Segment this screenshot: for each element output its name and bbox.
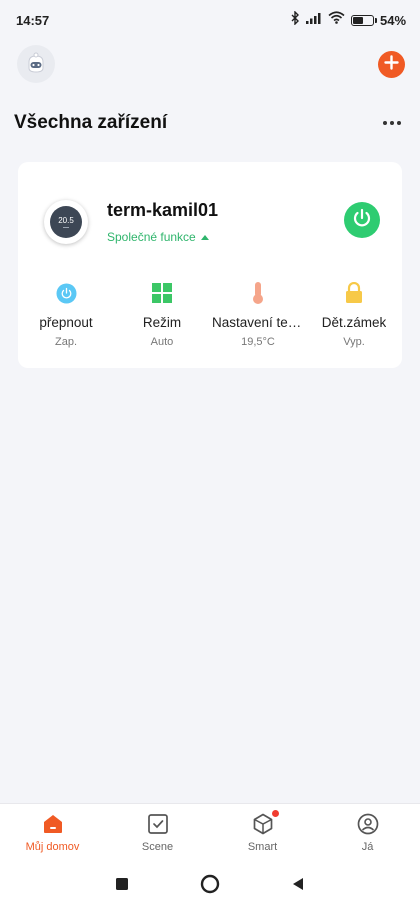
robot-avatar-icon[interactable] — [17, 45, 55, 83]
tab-label: Můj domov — [25, 841, 80, 853]
power-icon — [351, 207, 373, 234]
page-title: Všechna zařízení — [14, 112, 168, 133]
common-functions-label: Společné funkce — [107, 230, 196, 244]
device-name: term-kamil01 — [107, 200, 219, 220]
function-child-lock[interactable]: Dět.zámek Vyp. — [306, 280, 402, 352]
function-temperature[interactable]: Nastavení teploty 19,5°C — [210, 280, 306, 352]
device-power-button[interactable] — [344, 202, 380, 238]
thermometer-icon — [251, 280, 265, 306]
recents-square-icon[interactable] — [78, 859, 166, 909]
tab-label: Smart — [247, 841, 278, 853]
thermostat-display: 20.5 — [58, 216, 74, 225]
caret-up-icon — [200, 234, 209, 240]
plus-icon — [384, 54, 399, 75]
section-header: Všechna zařízení — [14, 108, 406, 138]
wifi-icon — [328, 11, 345, 29]
tab-scene[interactable]: Scene — [105, 804, 210, 859]
function-label: Režim — [142, 315, 182, 330]
tab-me[interactable]: Já — [315, 804, 420, 859]
function-value: 19,5°C — [241, 336, 275, 348]
top-bar — [0, 40, 420, 90]
profile-icon — [357, 812, 379, 836]
home-circle-icon[interactable] — [166, 859, 254, 909]
function-value: Auto — [150, 336, 174, 348]
function-label: přepnout — [39, 315, 93, 330]
function-value: Vyp. — [343, 336, 365, 348]
function-mode[interactable]: Režim Auto — [114, 280, 210, 352]
power-icon — [56, 280, 77, 306]
battery-icon — [350, 14, 377, 26]
battery-level-fill — [352, 16, 364, 24]
battery-percent: 54% — [379, 12, 406, 28]
tab-smart[interactable]: Smart — [210, 804, 315, 859]
tab-my-home[interactable]: Můj domov — [0, 804, 105, 859]
status-icons: 54% — [290, 9, 406, 30]
function-row: přepnout Zap. Režim Auto Nastavení teplo… — [18, 280, 402, 352]
grid-mode-icon — [152, 280, 172, 306]
scene-check-icon — [147, 812, 169, 836]
common-functions-toggle[interactable]: Společné funkce — [107, 230, 209, 244]
bottom-tab-bar: Můj domov Scene Smart Já — [0, 803, 420, 859]
system-nav-bar — [0, 859, 420, 909]
device-card[interactable]: 20.5 term-kamil01 Společné funkce přepno… — [18, 162, 402, 368]
status-bar: 14:57 54% — [0, 0, 420, 40]
function-switch[interactable]: přepnout Zap. — [18, 280, 114, 352]
bluetooth-icon — [290, 9, 300, 30]
status-time: 14:57 — [16, 12, 50, 28]
tab-label: Já — [361, 841, 374, 853]
notification-badge — [271, 810, 279, 817]
thermostat-face: 20.5 — [50, 206, 82, 238]
function-value: Zap. — [54, 336, 77, 348]
lock-icon — [345, 280, 363, 306]
add-device-button[interactable] — [378, 51, 405, 78]
function-label: Nastavení teploty — [212, 315, 304, 330]
more-dots-icon[interactable] — [378, 113, 406, 133]
thermostat-device-icon: 20.5 — [44, 200, 88, 244]
smart-cube-icon — [252, 810, 279, 836]
back-triangle-icon[interactable] — [254, 859, 342, 909]
tab-label: Scene — [141, 841, 174, 853]
signal-icon — [305, 11, 322, 29]
function-label: Dět.zámek — [321, 315, 387, 330]
home-icon — [42, 812, 64, 836]
